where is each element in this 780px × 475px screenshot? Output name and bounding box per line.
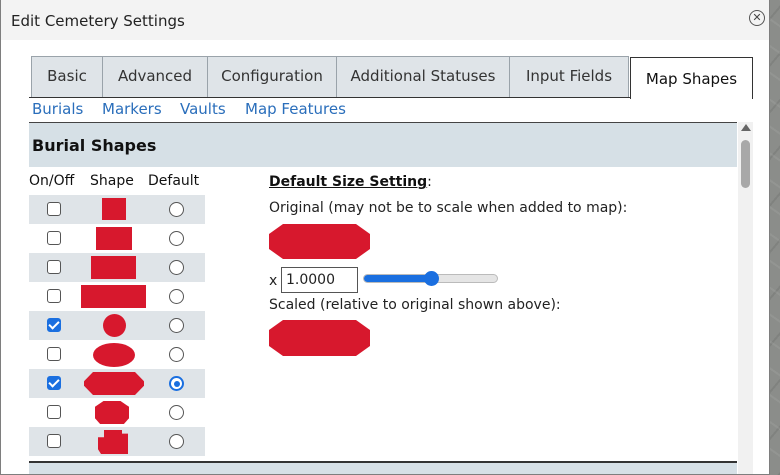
shape-onoff-checkbox[interactable] xyxy=(47,376,61,390)
shape-default-radio[interactable] xyxy=(169,202,184,217)
scaled-label: Scaled (relative to original shown above… xyxy=(269,297,561,313)
section-title: Burial Shapes xyxy=(32,136,157,155)
tab-map-shapes[interactable]: Map Shapes xyxy=(630,57,753,99)
multiplier-prefix: x xyxy=(269,273,278,289)
default-size-title: Default Size Setting xyxy=(269,174,428,190)
shape-onoff-checkbox[interactable] xyxy=(47,434,61,448)
shape-row xyxy=(29,253,205,282)
column-shape: Shape xyxy=(90,173,134,189)
next-section-header xyxy=(29,461,737,474)
shape-onoff-checkbox[interactable] xyxy=(47,318,61,332)
scroll-thumb[interactable] xyxy=(741,140,750,188)
square-medium-shape-icon xyxy=(96,227,132,250)
scaled-coffin-shape xyxy=(269,320,370,356)
shape-default-radio[interactable] xyxy=(169,318,184,333)
column-onoff: On/Off xyxy=(29,173,75,189)
shape-onoff-checkbox[interactable] xyxy=(47,347,61,361)
subnav-map-features[interactable]: Map Features xyxy=(245,100,346,118)
section-header: Burial Shapes xyxy=(29,123,737,167)
shape-default-radio[interactable] xyxy=(169,434,184,449)
circle-shape-icon xyxy=(103,314,126,337)
tab-additional-statuses[interactable]: Additional Statuses xyxy=(336,56,510,97)
scale-slider-fill xyxy=(364,275,431,282)
shape-default-radio[interactable] xyxy=(169,376,184,391)
coffin-shape-icon xyxy=(84,372,144,395)
shape-row xyxy=(29,195,205,224)
settings-dialog: Edit Cemetery Settings ✕ Basic Advanced … xyxy=(0,0,770,475)
scale-slider-thumb[interactable] xyxy=(423,271,439,286)
shape-onoff-checkbox[interactable] xyxy=(47,289,61,303)
burial-shapes-panel: Burial Shapes On/Off Shape Default Defau… xyxy=(29,122,737,474)
panel-scrollbar[interactable] xyxy=(738,122,753,474)
scale-slider[interactable] xyxy=(363,271,498,286)
tab-basic[interactable]: Basic xyxy=(31,56,103,97)
shape-row xyxy=(29,427,205,456)
tab-advanced[interactable]: Advanced xyxy=(102,56,208,97)
dialog-titlebar: Edit Cemetery Settings ✕ xyxy=(1,0,769,40)
shape-row xyxy=(29,340,205,369)
shape-row xyxy=(29,398,205,427)
tab-input-fields[interactable]: Input Fields xyxy=(509,56,629,97)
shape-default-radio[interactable] xyxy=(169,231,184,246)
ellipse-shape-icon xyxy=(93,343,135,367)
scroll-up-arrow-icon[interactable] xyxy=(741,124,751,131)
tab-configuration[interactable]: Configuration xyxy=(207,56,337,97)
close-icon[interactable]: ✕ xyxy=(749,10,765,26)
shape-default-radio[interactable] xyxy=(169,347,184,362)
shape-onoff-checkbox[interactable] xyxy=(47,405,61,419)
default-size-colon: : xyxy=(427,174,432,190)
shape-row xyxy=(29,224,205,253)
shape-row xyxy=(29,282,205,311)
subnav-vaults[interactable]: Vaults xyxy=(180,100,226,118)
shape-onoff-checkbox[interactable] xyxy=(47,231,61,245)
original-coffin-shape xyxy=(269,224,370,259)
shape-default-radio[interactable] xyxy=(169,405,184,420)
square-small-shape-icon xyxy=(102,198,126,220)
rectangle-wide-shape-icon xyxy=(91,256,136,279)
shape-onoff-checkbox[interactable] xyxy=(47,202,61,216)
scale-input[interactable] xyxy=(281,267,358,293)
column-default: Default xyxy=(148,173,200,189)
shape-row xyxy=(29,369,205,398)
shape-row xyxy=(29,311,205,340)
shape-default-radio[interactable] xyxy=(169,289,184,304)
default-size-heading: Default Size Setting: xyxy=(269,174,432,190)
shape-default-radio[interactable] xyxy=(169,260,184,275)
subnav-burials[interactable]: Burials xyxy=(32,100,83,118)
subnav-markers[interactable]: Markers xyxy=(102,100,162,118)
original-label: Original (may not be to scale when added… xyxy=(269,200,628,216)
rectangle-large-shape-icon xyxy=(81,285,146,308)
dialog-title: Edit Cemetery Settings xyxy=(11,12,185,30)
urn-shape-icon xyxy=(95,401,129,424)
shape-onoff-checkbox[interactable] xyxy=(47,260,61,274)
bag-shape-icon xyxy=(98,430,128,454)
